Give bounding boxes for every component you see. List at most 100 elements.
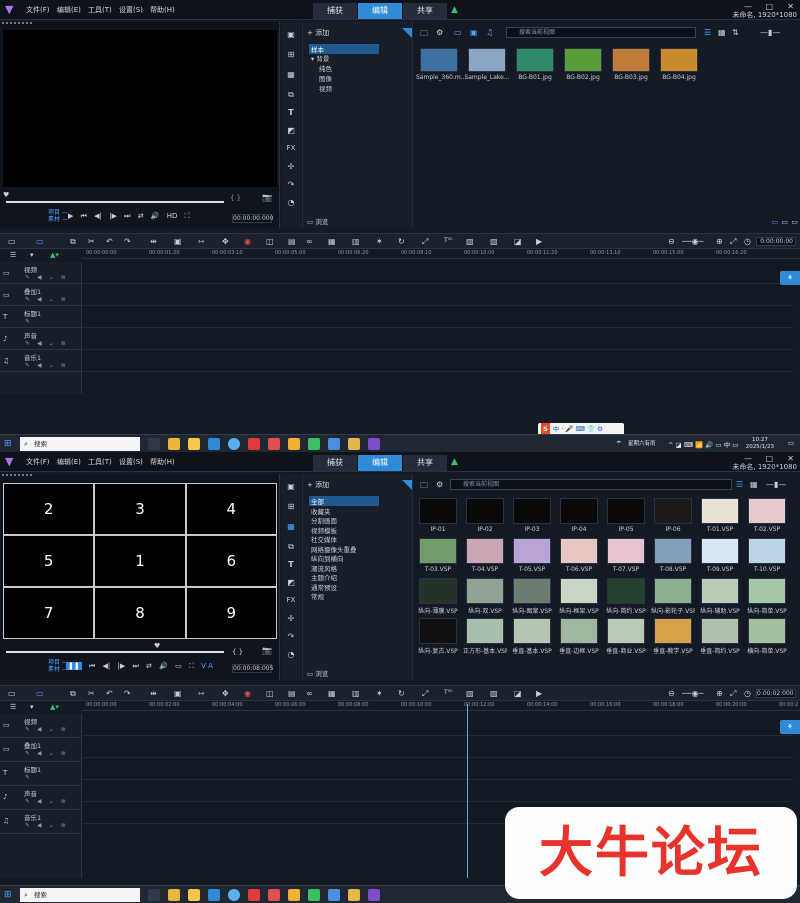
template-thumbnail[interactable]: 垂直-教学.VSP bbox=[651, 618, 695, 655]
taskbar-search[interactable]: 搜索 bbox=[20, 437, 140, 451]
media-thumbnail[interactable]: BG-B04.jpg bbox=[656, 48, 702, 81]
effect-icon[interactable]: ✶ bbox=[376, 689, 383, 698]
redo-icon[interactable]: ↷ bbox=[124, 237, 131, 246]
snapshot-icon[interactable]: 📷 bbox=[262, 193, 272, 202]
track-controls[interactable]: ✎◀⌄≋ bbox=[25, 362, 73, 369]
app-icon-4[interactable] bbox=[288, 438, 300, 450]
mode-project[interactable]: 项目 — bbox=[48, 659, 68, 666]
menu-edit[interactable]: 编辑(E) bbox=[57, 457, 81, 467]
media-icon[interactable]: ▣ bbox=[284, 30, 298, 42]
multicam-icon[interactable]: ▦ bbox=[328, 689, 336, 698]
file-explorer-icon[interactable] bbox=[168, 889, 180, 901]
home-icon[interactable]: ⏮ bbox=[81, 212, 87, 221]
preview-timecode[interactable]: 00:00:08:005 bbox=[232, 664, 273, 673]
clock-icon[interactable]: ◷ bbox=[744, 237, 751, 246]
nav-item-category[interactable]: 网络摄像头重叠 bbox=[311, 544, 357, 554]
curve-icon[interactable]: ◪ bbox=[514, 237, 522, 246]
music-track-icon[interactable]: ♫ bbox=[3, 817, 9, 825]
prev-frame-icon[interactable]: ◀| bbox=[94, 212, 102, 220]
motion-icon[interactable]: ↷ bbox=[284, 180, 298, 192]
template-thumbnail[interactable]: 垂直-商业.VSP bbox=[604, 618, 648, 655]
track-controls[interactable]: ✎◀⌄≋ bbox=[25, 274, 73, 281]
voice-track-icon[interactable]: ♪ bbox=[3, 335, 7, 343]
template-thumbnail[interactable]: T-04.VSP bbox=[463, 538, 507, 573]
nav-item-category[interactable]: 通常预设 bbox=[311, 582, 337, 592]
panel-grip[interactable] bbox=[2, 22, 32, 26]
zoom-in-icon[interactable]: ⊕ bbox=[716, 237, 723, 246]
mode-project[interactable]: 项目 — bbox=[48, 209, 68, 216]
path-icon[interactable]: ✢ bbox=[284, 614, 298, 626]
zoom-slider[interactable]: —▮— bbox=[760, 28, 780, 37]
template-thumbnail[interactable]: IP-06 bbox=[651, 498, 695, 533]
title-track-icon[interactable]: T bbox=[3, 313, 7, 321]
add-folder-button[interactable]: + 添加 bbox=[307, 480, 329, 490]
add-folder-button[interactable]: + 添加 bbox=[307, 28, 329, 38]
mask-icon[interactable]: ◫ bbox=[266, 237, 274, 246]
curve-icon[interactable]: ◪ bbox=[514, 689, 522, 698]
app-icon-1[interactable] bbox=[188, 438, 200, 450]
template-thumbnail[interactable]: 纵向-辅助.VSP bbox=[698, 578, 742, 615]
tab-share[interactable]: 共享 bbox=[403, 3, 447, 19]
search-input[interactable]: 搜索当前视图 bbox=[450, 479, 732, 490]
template-thumbnail[interactable]: T-05.VSP bbox=[510, 538, 554, 573]
track-header[interactable]: ♫ 音乐1 ✎◀⌄≋ bbox=[0, 350, 82, 372]
timeline-timecode[interactable]: 0:00:02:000 bbox=[756, 689, 796, 698]
grid-cell[interactable]: 1 bbox=[94, 535, 186, 587]
mode-clip[interactable]: 素材 — bbox=[48, 666, 68, 673]
template-icon[interactable]: ▦ bbox=[284, 70, 298, 82]
fit-icon[interactable]: ⇿ bbox=[198, 689, 205, 698]
weather-icon[interactable]: ☂ bbox=[616, 439, 622, 447]
repeat-icon[interactable]: ⇄ bbox=[138, 212, 144, 220]
track-controls[interactable]: ✎ bbox=[25, 774, 37, 781]
music-track-icon[interactable]: ♫ bbox=[3, 357, 9, 365]
template-thumbnail[interactable]: T-07.VSP bbox=[604, 538, 648, 573]
grid-cell[interactable]: 9 bbox=[185, 587, 278, 639]
split-icon[interactable]: ⇹ bbox=[150, 237, 157, 246]
preview-timecode[interactable]: 00:00:00:000 bbox=[232, 214, 273, 223]
task-view-icon[interactable] bbox=[148, 438, 160, 450]
trim-brackets[interactable]: { } bbox=[230, 194, 241, 202]
nav-item-category[interactable]: 纵向到横向 bbox=[311, 553, 344, 563]
menu-edit[interactable]: 编辑(E) bbox=[57, 5, 81, 15]
ripple-icon[interactable]: ▧ bbox=[466, 237, 474, 246]
loop-icon[interactable]: ↻ bbox=[398, 689, 405, 698]
zoom-out-icon[interactable]: ⊖ bbox=[668, 237, 675, 246]
media-thumbnail[interactable]: BG-B01.jpg bbox=[512, 48, 558, 81]
hd-label[interactable]: HD bbox=[167, 212, 178, 220]
folder-icon[interactable]: 🗀 bbox=[420, 480, 428, 494]
tray-icons[interactable]: ^ ◪ ⌨ 📶 🔊 ▭ 中 ▭ bbox=[668, 439, 738, 449]
ratio-icon[interactable]: ▭ bbox=[175, 662, 182, 670]
track-header[interactable]: ▭ 视频 ✎◀⌄≋ bbox=[0, 262, 82, 284]
tab-edit[interactable]: 编辑 bbox=[358, 455, 402, 471]
nav-item-category[interactable]: 社交媒体 bbox=[311, 534, 337, 544]
list-view-icon[interactable]: ☰ bbox=[736, 480, 743, 489]
graphic-icon[interactable]: ◩ bbox=[284, 578, 298, 590]
track-controls[interactable]: ✎ bbox=[25, 318, 37, 325]
ripple-icon[interactable]: ▧ bbox=[466, 689, 474, 698]
video-track-icon[interactable]: ▭ bbox=[3, 721, 10, 729]
track-header[interactable]: ▭ 视频 ✎◀⌄≋ bbox=[0, 714, 82, 738]
grid-cell[interactable]: 2 bbox=[2, 483, 95, 535]
template-thumbnail[interactable]: IP-04 bbox=[557, 498, 601, 533]
nav-item-video[interactable]: 视频 bbox=[319, 83, 332, 93]
track-controls[interactable]: ✎◀⌄≋ bbox=[25, 822, 73, 829]
media-thumbnail[interactable]: BG-B03.jpg bbox=[608, 48, 654, 81]
upgrade-arrow-icon[interactable]: ▲ bbox=[451, 457, 458, 467]
crop-icon[interactable]: ▣ bbox=[174, 237, 182, 246]
play-icon[interactable]: ▶ bbox=[68, 212, 73, 220]
panel-grip[interactable] bbox=[2, 474, 32, 478]
vr-icon[interactable]: V A bbox=[201, 662, 213, 670]
template-thumbnail[interactable]: 纵向-图案.VSP bbox=[510, 578, 554, 615]
home-icon[interactable]: ⏮ bbox=[89, 662, 95, 671]
nav-item-background[interactable]: ▾ 背景 bbox=[311, 53, 329, 63]
track-motion-icon[interactable]: ✥ bbox=[222, 689, 229, 698]
text-icon[interactable]: T⁵⁰ bbox=[444, 689, 452, 696]
nav-item-category[interactable]: 潮流风格 bbox=[311, 563, 337, 573]
weather-text[interactable]: 星期六有雨 bbox=[628, 439, 656, 447]
sort-icon[interactable]: ⇅ bbox=[732, 28, 739, 37]
text-icon[interactable]: T⁵⁰ bbox=[444, 237, 452, 244]
clock-icon[interactable]: ◷ bbox=[744, 689, 751, 698]
media-thumbnail[interactable]: Sample_360.m... bbox=[416, 48, 466, 81]
zoom-slider[interactable]: —▮— bbox=[766, 480, 786, 489]
repeat-icon[interactable]: ⇄ bbox=[146, 662, 152, 670]
